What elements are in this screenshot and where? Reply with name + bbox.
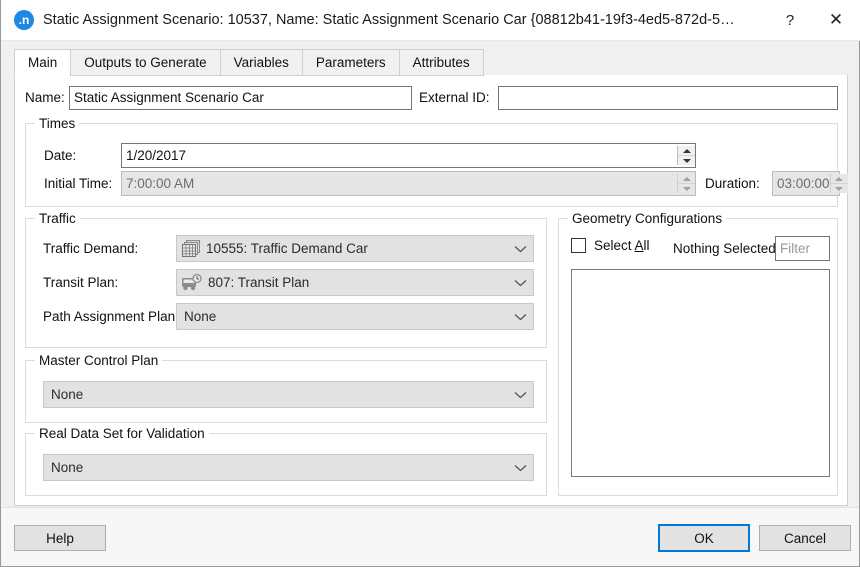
external-id-label: External ID: — [419, 90, 490, 105]
dialog-footer: Help OK Cancel — [2, 507, 859, 566]
close-icon[interactable]: ✕ — [813, 0, 859, 40]
real-data-set-value: None — [51, 460, 84, 475]
initial-time-spinner — [677, 174, 695, 193]
tab-variables[interactable]: Variables — [219, 49, 302, 76]
static-assignment-scenario-dialog: .n Static Assignment Scenario: 10537, Na… — [0, 0, 860, 567]
real-data-set-chevron-down-icon[interactable] — [507, 464, 533, 472]
initial-time-input-value: 7:00:00 AM — [126, 175, 195, 191]
traffic-demand-matrix-icon — [181, 239, 201, 258]
duration-input: 03:00:00 — [772, 171, 848, 196]
title-bar: .n Static Assignment Scenario: 10537, Na… — [1, 0, 860, 41]
real-data-set-combo[interactable]: None — [43, 454, 534, 481]
master-control-plan-group: Master Control Plan None — [25, 353, 547, 423]
date-input[interactable]: 1/20/2017 — [121, 143, 696, 168]
initial-time-input: 7:00:00 AM — [121, 171, 696, 196]
date-spinner-down[interactable] — [678, 155, 695, 165]
tab-attributes[interactable]: Attributes — [398, 49, 484, 76]
tab-attributes-label: Attributes — [412, 55, 470, 70]
duration-spinner-up — [831, 174, 848, 183]
tab-main-label: Main — [28, 55, 58, 70]
geometry-configurations-caption: Geometry Configurations — [568, 211, 727, 226]
date-input-value: 1/20/2017 — [126, 147, 187, 163]
name-label: Name: — [25, 90, 65, 105]
date-spinner-up[interactable] — [678, 146, 695, 155]
times-group: Times Date: 1/20/2017 Initial Time: 7:00… — [25, 116, 848, 207]
main-tab-panel: Name: Static Assignment Scenario Car Ext… — [14, 75, 848, 506]
ok-button[interactable]: OK — [658, 524, 750, 552]
geometry-selection-status: Nothing Selected — [673, 241, 776, 256]
geometry-filter-input[interactable]: Filter — [775, 236, 830, 261]
app-logo-icon: .n — [14, 10, 34, 30]
path-assignment-plan-label: Path Assignment Plan: — [43, 309, 179, 324]
real-data-set-caption: Real Data Set for Validation — [35, 426, 209, 441]
geometry-configurations-group: Geometry Configurations Select All Nothi… — [558, 211, 838, 496]
date-label: Date: — [44, 148, 77, 163]
date-spinner[interactable] — [677, 146, 695, 165]
cancel-button[interactable]: Cancel — [759, 525, 851, 551]
master-control-plan-value: None — [51, 387, 84, 402]
help-button[interactable]: Help — [14, 525, 106, 551]
tab-main[interactable]: Main — [14, 49, 71, 76]
path-assignment-plan-chevron-down-icon[interactable] — [507, 313, 533, 321]
traffic-group-caption: Traffic — [35, 211, 80, 226]
geometry-configurations-list[interactable] — [571, 269, 830, 477]
initial-time-spinner-down — [678, 183, 695, 193]
window-title: Static Assignment Scenario: 10537, Name:… — [43, 12, 735, 28]
transit-plan-value: 807: Transit Plan — [208, 275, 310, 290]
duration-spinner-down — [830, 183, 848, 193]
select-all-checkbox[interactable] — [571, 238, 586, 253]
tab-parameters-label: Parameters — [315, 55, 386, 70]
select-all-label: Select All — [594, 238, 650, 253]
times-group-caption: Times — [35, 116, 80, 131]
traffic-demand-chevron-down-icon[interactable] — [507, 245, 533, 253]
initial-time-label: Initial Time: — [44, 176, 113, 191]
master-control-plan-chevron-down-icon[interactable] — [507, 391, 533, 399]
select-all-accelerator: A — [634, 238, 644, 253]
tab-outputs-to-generate-label: Outputs to Generate — [84, 55, 207, 70]
master-control-plan-combo[interactable]: None — [43, 381, 534, 408]
duration-input-value: 03:00:00 — [777, 175, 830, 191]
traffic-group: Traffic Traffic Demand: 10555: Traffic D… — [25, 211, 547, 348]
external-id-input[interactable] — [498, 86, 838, 110]
tab-outputs-to-generate[interactable]: Outputs to Generate — [70, 49, 220, 76]
tab-variables-label: Variables — [233, 55, 289, 70]
path-assignment-plan-combo[interactable]: None — [176, 303, 534, 330]
help-icon[interactable]: ? — [767, 0, 813, 40]
transit-plan-bus-icon — [181, 273, 203, 292]
tab-parameters[interactable]: Parameters — [301, 49, 399, 76]
transit-plan-label: Transit Plan: — [43, 275, 119, 290]
name-input-value: Static Assignment Scenario Car — [74, 90, 264, 105]
real-data-set-group: Real Data Set for Validation None — [25, 426, 547, 496]
path-assignment-plan-value: None — [184, 309, 217, 324]
duration-label: Duration: — [705, 176, 760, 191]
traffic-demand-label: Traffic Demand: — [43, 241, 139, 256]
geometry-filter-placeholder: Filter — [780, 240, 810, 256]
name-input[interactable]: Static Assignment Scenario Car — [69, 86, 412, 110]
tab-bar: Main Outputs to Generate Variables Param… — [14, 48, 848, 76]
transit-plan-chevron-down-icon[interactable] — [507, 279, 533, 287]
traffic-demand-value: 10555: Traffic Demand Car — [206, 241, 368, 256]
duration-spinner — [829, 174, 848, 193]
master-control-plan-caption: Master Control Plan — [35, 353, 163, 368]
traffic-demand-combo[interactable]: 10555: Traffic Demand Car — [176, 235, 534, 262]
transit-plan-combo[interactable]: 807: Transit Plan — [176, 269, 534, 296]
select-all-row: Select All — [571, 238, 650, 253]
initial-time-spinner-up — [678, 174, 695, 183]
